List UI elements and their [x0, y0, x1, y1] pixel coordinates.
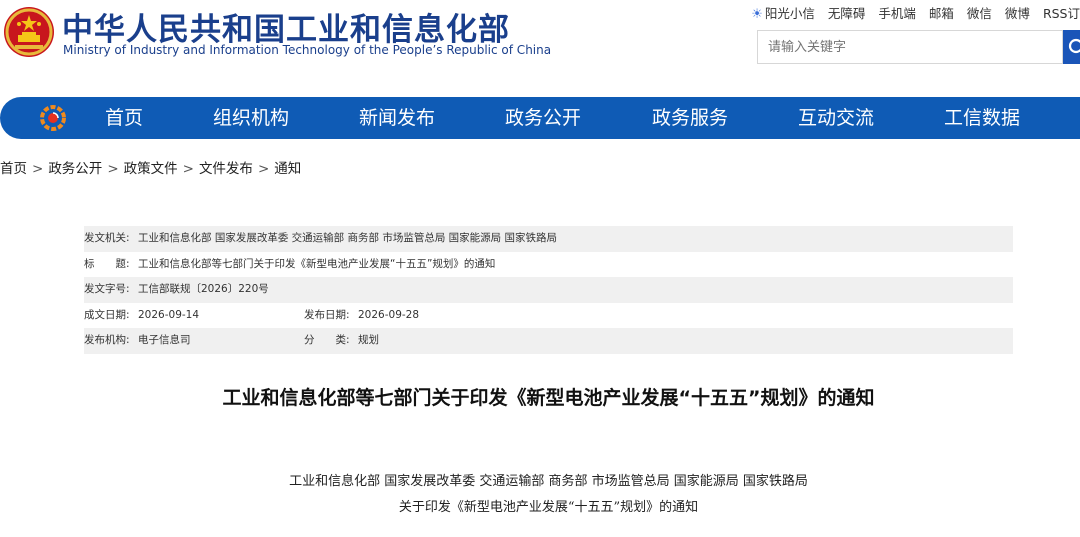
nav-government-services[interactable]: 政务服务	[652, 97, 728, 139]
breadcrumb-policy-documents[interactable]: 政策文件	[124, 161, 178, 177]
document-subject-line: 关于印发《新型电池产业发展“十五五”规划》的通知	[398, 500, 699, 515]
breadcrumb-separator: >	[182, 161, 194, 177]
meta-row-issuer: 发文机关: 工业和信息化部 国家发展改革委 交通运输部 商务部 市场监管总局 国…	[84, 226, 1013, 252]
sun-icon: ☀	[751, 7, 763, 22]
toplink-sunshine[interactable]: 阳光小信	[765, 6, 815, 21]
meta-published-label: 发布日期:	[304, 308, 350, 321]
document-metadata-table: 发文机关: 工业和信息化部 国家发展改革委 交通运输部 商务部 市场监管总局 国…	[84, 226, 1013, 354]
meta-issuer-label: 发文机关:	[84, 232, 130, 244]
meta-category-label: 分 类:	[304, 334, 350, 347]
breadcrumb-document-release[interactable]: 文件发布	[199, 161, 253, 177]
meta-created-value: 2026-09-14	[138, 308, 200, 321]
meta-row-dates: 成文日期: 2026-09-14 发布日期: 2026-09-28	[84, 303, 1013, 329]
meta-created-label: 成文日期:	[84, 308, 130, 321]
meta-title-value: 工业和信息化部等七部门关于印发《新型电池产业发展“十五五”规划》的通知	[138, 257, 496, 270]
main-nav: 首页 组织机构 新闻发布 政务公开 政务服务 互动交流 工信数据	[0, 97, 1080, 139]
meta-docno-value: 工信部联规〔2026〕220号	[138, 283, 269, 296]
nav-news[interactable]: 新闻发布	[359, 97, 435, 139]
search-button[interactable]	[1063, 30, 1080, 64]
meta-org-value: 电子信息司	[138, 334, 191, 347]
search-input[interactable]	[757, 30, 1063, 64]
nav-interaction[interactable]: 互动交流	[798, 97, 874, 139]
toplink-mail[interactable]: 邮箱	[929, 6, 954, 21]
nav-home[interactable]: 首页	[105, 97, 143, 139]
site-header: 中华人民共和国工业和信息化部 Ministry of Industry and …	[0, 0, 1080, 95]
toplink-weibo[interactable]: 微博	[1005, 6, 1030, 21]
breadcrumb: 首页 > 政务公开 > 政策文件 > 文件发布 > 通知	[0, 157, 301, 177]
site-subtitle: Ministry of Industry and Information Tec…	[63, 43, 552, 57]
search-icon	[1068, 38, 1080, 54]
document-title: 工业和信息化部等七部门关于印发《新型电池产业发展“十五五”规划》的通知	[222, 387, 875, 409]
meta-issuer-value: 工业和信息化部 国家发展改革委 交通运输部 商务部 市场监管总局 国家能源局 国…	[138, 232, 558, 244]
meta-category-value: 规划	[358, 334, 379, 347]
nav-data[interactable]: 工信数据	[944, 97, 1020, 139]
meta-title-label: 标 题:	[84, 257, 130, 270]
meta-docno-label: 发文字号:	[84, 283, 130, 296]
breadcrumb-separator: >	[257, 161, 270, 177]
nav-organization[interactable]: 组织机构	[213, 97, 289, 139]
nav-government-affairs[interactable]: 政务公开	[505, 97, 581, 139]
toplink-wechat[interactable]: 微信	[967, 6, 992, 21]
breadcrumb-home[interactable]: 首页	[0, 161, 27, 177]
national-emblem-icon[interactable]	[3, 5, 55, 61]
toplink-accessibility[interactable]: 无障碍	[828, 6, 866, 21]
breadcrumb-government-affairs[interactable]: 政务公开	[48, 161, 102, 177]
breadcrumb-separator: >	[32, 161, 44, 177]
meta-row-title: 标 题: 工业和信息化部等七部门关于印发《新型电池产业发展“十五五”规划》的通知	[84, 252, 1013, 278]
meta-org-label: 发布机构:	[84, 334, 130, 347]
breadcrumb-separator: >	[107, 161, 119, 177]
meta-row-docno: 发文字号: 工信部联规〔2026〕220号	[84, 277, 1013, 303]
ministry-logo-icon[interactable]	[40, 105, 66, 131]
toplink-mobile[interactable]: 手机端	[878, 6, 916, 21]
breadcrumb-notice[interactable]: 通知	[274, 161, 301, 177]
meta-published-value: 2026-09-28	[358, 308, 420, 321]
top-links: ☀ 阳光小信 无障碍 手机端 邮箱 微信 微博 RSS订	[751, 3, 1080, 22]
document-issuers-line: 工业和信息化部 国家发展改革委 交通运输部 商务部 市场监管总局 国家能源局 国…	[289, 474, 808, 489]
meta-row-org: 发布机构: 电子信息司 分 类: 规划	[84, 328, 1013, 354]
toplink-rss[interactable]: RSS订	[1043, 6, 1080, 21]
